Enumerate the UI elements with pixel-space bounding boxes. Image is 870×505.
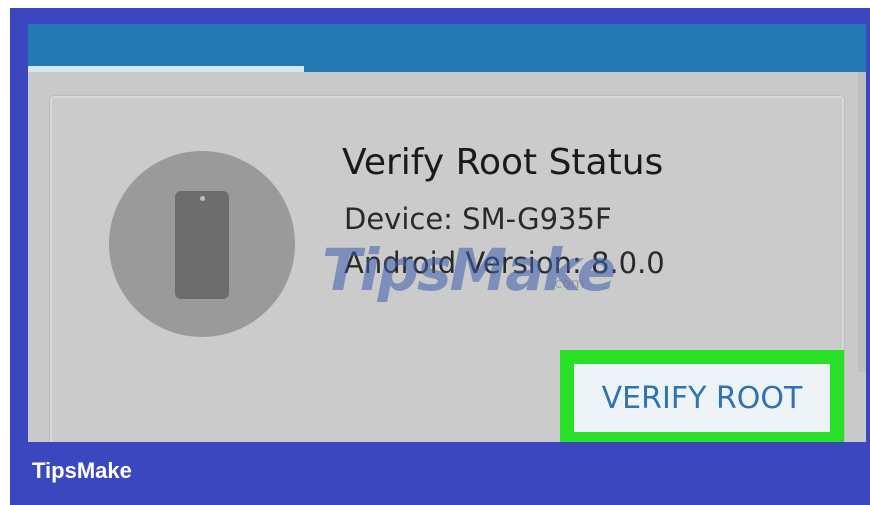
device-model: Device: SM-G935F: [344, 202, 612, 236]
phone-icon: [175, 191, 229, 299]
watermark-logo: TipsMake: [322, 236, 616, 304]
footer-brand: TipsMake: [32, 458, 132, 483]
phone-camera-dot: [200, 196, 205, 201]
app-screen: Verify Root Status Device: SM-G935F Andr…: [28, 24, 866, 442]
tab-bar: [28, 24, 866, 72]
card-title: Verify Root Status: [342, 142, 664, 183]
watermark-suffix: .com: [550, 276, 585, 292]
root-status-card: Verify Root Status Device: SM-G935F Andr…: [50, 96, 844, 442]
tab-indicator[interactable]: [28, 66, 304, 72]
device-avatar: [109, 151, 295, 337]
verify-root-button[interactable]: VERIFY ROOT: [574, 364, 830, 432]
scroll-edge: [858, 72, 866, 372]
